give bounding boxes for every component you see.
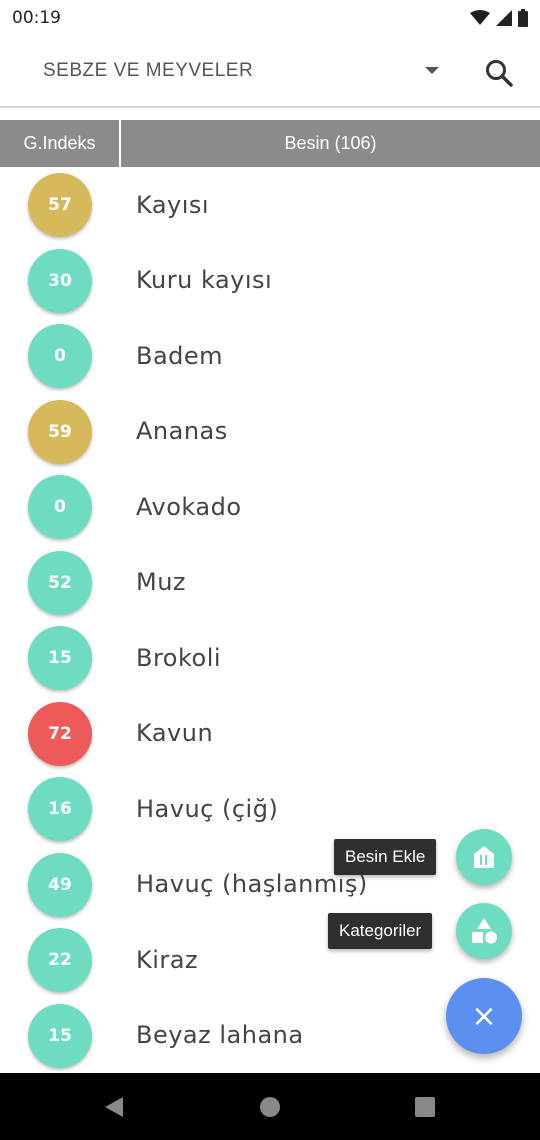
- food-name: Kavun: [136, 719, 214, 748]
- glycemic-index-badge: 72: [28, 701, 92, 766]
- status-time: 00:19: [12, 8, 61, 28]
- shapes-icon: [472, 918, 497, 944]
- glycemic-index-badge: 0: [28, 475, 92, 539]
- food-name: Kuru kayısı: [136, 266, 273, 295]
- close-menu-button[interactable]: ×: [446, 978, 522, 1054]
- food-name: Badem: [136, 341, 224, 370]
- close-icon: ×: [471, 998, 497, 1034]
- food-name: Kiraz: [136, 945, 199, 974]
- food-name: Avokado: [136, 492, 242, 521]
- food-row[interactable]: 0 Badem: [0, 318, 540, 394]
- glycemic-index-badge: 30: [28, 248, 92, 313]
- status-icons: [470, 9, 528, 27]
- glycemic-index-badge: 16: [28, 777, 92, 841]
- add-food-icon: [474, 846, 494, 868]
- glycemic-index-badge: 0: [28, 324, 92, 388]
- table-header: G.Indeks Besin (106): [0, 120, 540, 167]
- dropdown-arrow-icon[interactable]: [424, 66, 440, 76]
- categories-button[interactable]: [456, 903, 512, 959]
- category-title[interactable]: SEBZE VE MEYVELER: [43, 60, 253, 82]
- glycemic-index-badge: 57: [28, 173, 92, 237]
- food-name: Ananas: [136, 417, 228, 446]
- food-name: Havuç (haşlanmış): [136, 870, 368, 899]
- recents-icon[interactable]: [414, 1095, 436, 1119]
- search-icon[interactable]: [484, 58, 514, 88]
- food-name: Kayısı: [136, 190, 210, 219]
- food-name: Havuç (çiğ): [136, 794, 279, 823]
- categories-label[interactable]: Kategoriler: [328, 913, 433, 949]
- food-row[interactable]: 30 Kuru kayısı: [0, 243, 540, 319]
- status-bar: 00:19: [0, 0, 540, 36]
- battery-icon: [518, 9, 528, 27]
- glycemic-index-badge: 49: [28, 852, 92, 917]
- food-row[interactable]: 72 Kavun: [0, 696, 540, 772]
- food-name: Brokoli: [136, 643, 222, 672]
- glycemic-index-badge: 59: [28, 399, 92, 464]
- food-row[interactable]: 57 Kayısı: [0, 167, 540, 243]
- food-name: Muz: [136, 568, 187, 597]
- add-food-label[interactable]: Besin Ekle: [334, 839, 437, 875]
- glycemic-index-badge: 52: [28, 550, 92, 615]
- food-row[interactable]: 15 Brokoli: [0, 620, 540, 696]
- glycemic-index-badge: 15: [28, 1003, 92, 1068]
- glycemic-index-badge: 15: [28, 626, 92, 690]
- navigation-bar: [0, 1073, 540, 1140]
- glycemic-index-badge: 22: [28, 928, 92, 992]
- app-bar: SEBZE VE MEYVELER: [0, 36, 540, 108]
- wifi-icon: [470, 10, 490, 25]
- food-row[interactable]: 0 Avokado: [0, 469, 540, 545]
- food-row[interactable]: 52 Muz: [0, 545, 540, 621]
- food-name: Beyaz lahana: [136, 1021, 304, 1050]
- home-icon[interactable]: [259, 1095, 281, 1119]
- food-row[interactable]: 16 Havuç (çiğ): [0, 771, 540, 847]
- food-row[interactable]: 59 Ananas: [0, 394, 540, 470]
- back-icon[interactable]: [103, 1095, 125, 1119]
- column-header-gi[interactable]: G.Indeks: [0, 120, 119, 167]
- add-food-button[interactable]: [456, 829, 512, 885]
- signal-icon: [496, 10, 512, 26]
- column-header-food[interactable]: Besin (106): [121, 120, 540, 167]
